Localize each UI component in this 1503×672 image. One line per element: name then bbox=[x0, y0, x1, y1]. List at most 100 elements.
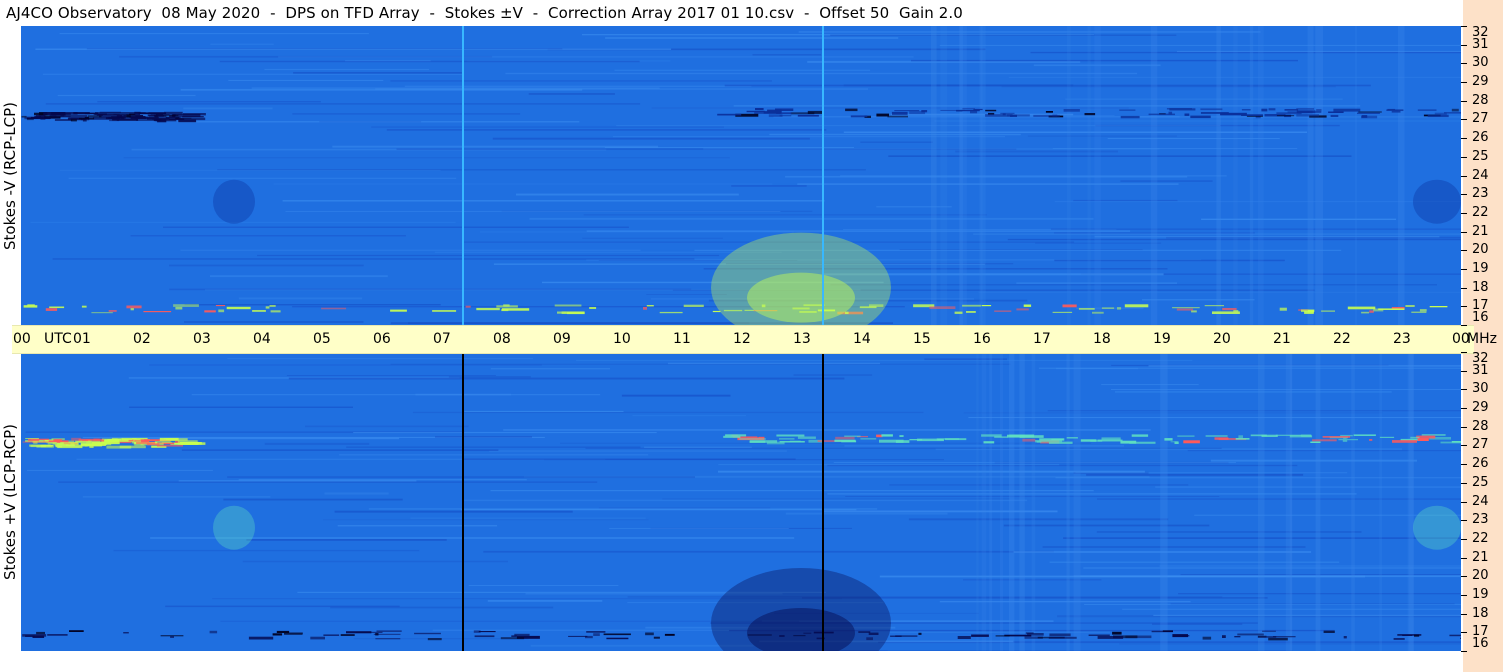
feature-band-segment bbox=[1097, 439, 1123, 442]
feature-band-segment bbox=[226, 306, 251, 310]
feature-band-segment bbox=[1129, 441, 1156, 444]
freq-tick bbox=[1461, 482, 1467, 484]
feature-band-segment bbox=[1268, 637, 1288, 641]
feature-band-segment bbox=[776, 434, 805, 437]
feature-band-segment bbox=[1023, 304, 1032, 307]
feature-band-segment bbox=[1330, 114, 1339, 117]
feature-band-segment bbox=[768, 114, 783, 117]
background-streak bbox=[1148, 365, 1461, 367]
background-streak bbox=[468, 585, 619, 586]
feature-band-segment bbox=[712, 310, 721, 313]
feature-band-segment bbox=[177, 117, 206, 121]
time-marker-line bbox=[822, 26, 824, 325]
background-streak bbox=[1153, 614, 1461, 616]
background-streak bbox=[908, 518, 1169, 521]
time-marker-line bbox=[462, 26, 464, 325]
feature-band-segment bbox=[1202, 636, 1212, 640]
freq-tick-label: 19 bbox=[1472, 260, 1489, 276]
feature-band-segment bbox=[779, 441, 805, 443]
background-streak bbox=[130, 235, 406, 237]
feature-band-segment bbox=[1268, 108, 1276, 111]
feature-band-segment bbox=[173, 304, 199, 307]
spectrogram-top-canvas bbox=[21, 26, 1461, 325]
feature-band-segment bbox=[99, 111, 121, 114]
feature-band-segment bbox=[1393, 638, 1405, 640]
feature-band-segment bbox=[568, 635, 588, 637]
feature-band-segment bbox=[1027, 633, 1044, 636]
feature-band-segment bbox=[1237, 633, 1264, 636]
time-marker-line bbox=[462, 352, 464, 651]
freq-tick-label: 24 bbox=[1472, 167, 1489, 183]
background-streak bbox=[733, 105, 1361, 107]
freq-tick bbox=[1461, 594, 1467, 596]
feature-band-segment bbox=[310, 636, 325, 640]
feature-band-segment bbox=[159, 437, 179, 441]
feature-band-segment bbox=[25, 438, 39, 440]
background-streak bbox=[180, 249, 641, 251]
freq-tick bbox=[1461, 557, 1467, 559]
background-streak bbox=[934, 120, 1461, 122]
feature-band-segment bbox=[1358, 111, 1382, 113]
time-tick-label: 15 bbox=[913, 331, 931, 347]
feature-band-segment bbox=[891, 111, 908, 115]
time-tick-label: 01 bbox=[73, 331, 91, 347]
freq-tick bbox=[1461, 156, 1467, 158]
feature-band-segment bbox=[91, 441, 120, 445]
background-streak bbox=[412, 411, 924, 414]
background-streak bbox=[334, 510, 573, 513]
freq-tick bbox=[1461, 231, 1467, 233]
feature-band-segment bbox=[1328, 111, 1344, 113]
background-column bbox=[1258, 26, 1264, 325]
feature-band-segment bbox=[971, 634, 989, 637]
background-streak bbox=[889, 484, 1189, 486]
background-streak bbox=[529, 217, 1094, 220]
feature-band-segment bbox=[1262, 630, 1276, 632]
feature-band-segment bbox=[1258, 636, 1277, 638]
feature-band-segment bbox=[603, 633, 631, 636]
background-streak bbox=[246, 539, 447, 541]
background-streak bbox=[585, 447, 1222, 449]
time-tick-label: 13 bbox=[793, 331, 811, 347]
feature-band-segment bbox=[1191, 310, 1197, 313]
background-streak bbox=[323, 519, 649, 521]
feature-band-segment bbox=[1369, 310, 1374, 313]
freq-tick-label: 18 bbox=[1472, 279, 1489, 295]
feature-band-segment bbox=[917, 438, 944, 442]
background-column bbox=[940, 26, 948, 325]
feature-band-segment bbox=[876, 113, 889, 117]
feature-band-segment bbox=[956, 110, 963, 112]
time-tick-label: 22 bbox=[1333, 331, 1351, 347]
time-tick-label: 20 bbox=[1213, 331, 1231, 347]
background-column bbox=[931, 26, 937, 325]
feature-band-segment bbox=[909, 111, 926, 115]
background-streak bbox=[68, 177, 457, 179]
feature-band-segment bbox=[269, 305, 276, 307]
feature-patch-core bbox=[747, 272, 855, 323]
feature-band-segment bbox=[566, 311, 585, 315]
background-streak bbox=[448, 376, 531, 378]
feature-band-segment bbox=[1182, 635, 1190, 637]
freq-tick-label: 25 bbox=[1472, 148, 1489, 164]
feature-band-segment bbox=[1322, 436, 1351, 438]
background-streak bbox=[773, 116, 1180, 118]
feature-band-segment bbox=[1284, 109, 1299, 111]
background-column bbox=[1397, 26, 1405, 325]
feature-band-segment bbox=[557, 311, 567, 314]
freq-tick bbox=[1461, 445, 1467, 447]
feature-band-segment bbox=[1045, 111, 1053, 113]
background-streak bbox=[27, 469, 213, 471]
background-streak bbox=[238, 479, 527, 481]
time-tick-label: 18 bbox=[1093, 331, 1111, 347]
feature-band-segment bbox=[375, 638, 401, 640]
background-column bbox=[999, 352, 1003, 651]
background-streak bbox=[410, 517, 646, 519]
feature-band-segment bbox=[589, 307, 597, 309]
freq-tick-label: 29 bbox=[1472, 74, 1489, 90]
feature-band-segment bbox=[1164, 438, 1173, 441]
background-column bbox=[981, 352, 987, 651]
feature-band-segment bbox=[340, 634, 355, 636]
background-streak bbox=[264, 442, 370, 445]
freq-tick-label: 20 bbox=[1472, 568, 1489, 584]
feature-band-segment bbox=[1200, 108, 1223, 111]
background-streak bbox=[718, 464, 1060, 466]
